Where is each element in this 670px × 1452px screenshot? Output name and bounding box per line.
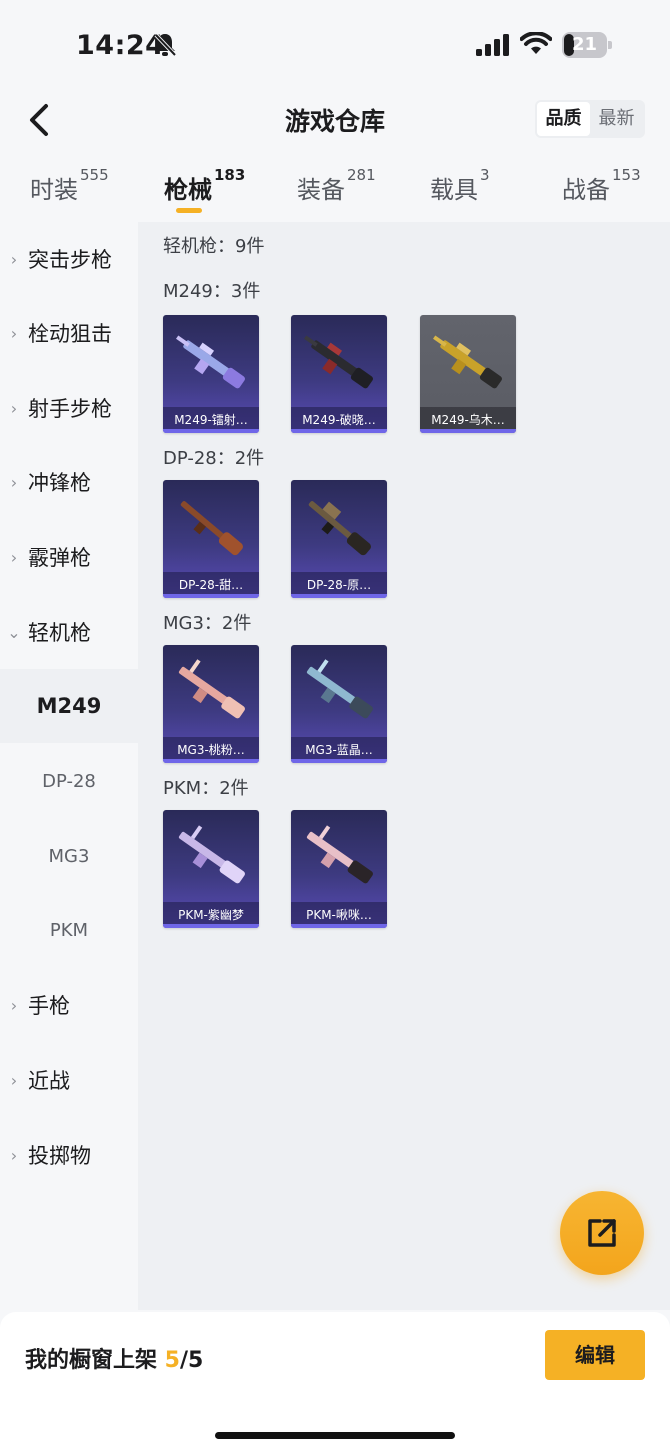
lmg-skin-icon bbox=[306, 659, 373, 719]
weapon-type-sidebar: › 突击步枪 › 栓动狙击 › 射手步枪 › 冲锋枪 › 霰弹枪 ⌄ 轻机枪 M249 DP… bbox=[0, 222, 138, 1310]
weapon-name: M249-破晓… bbox=[302, 413, 376, 427]
weapon-name: MG3-蓝晶… bbox=[305, 743, 373, 757]
active-tab-indicator bbox=[176, 208, 202, 213]
chevron-right-icon: › bbox=[10, 323, 18, 343]
tab-equipment[interactable]: 装备281 bbox=[297, 166, 376, 205]
sort-by-quality[interactable]: 品质 bbox=[537, 102, 590, 136]
sidebar-item-pistol[interactable]: › 手枪 bbox=[0, 968, 138, 1042]
showcase-count: 5 bbox=[164, 1348, 180, 1373]
group-title: M249：3件 bbox=[163, 281, 261, 302]
sidebar-subitem-mg3[interactable]: MG3 bbox=[0, 819, 138, 893]
group-title: DP-28：2件 bbox=[163, 448, 265, 469]
group-title: PKM：2件 bbox=[163, 778, 249, 799]
edit-button[interactable]: 编辑 bbox=[545, 1330, 645, 1380]
chevron-right-icon: › bbox=[10, 547, 18, 567]
chevron-down-icon: ⌄ bbox=[7, 622, 21, 642]
tab-vehicles[interactable]: 载具3 bbox=[430, 166, 490, 205]
weapon-card[interactable]: PKM-紫幽梦 bbox=[163, 810, 259, 928]
share-icon bbox=[588, 1219, 616, 1247]
weapon-card[interactable]: PKM-啾咪… bbox=[291, 810, 387, 928]
sidebar-subitem-m249[interactable]: M249 bbox=[0, 669, 138, 743]
weapon-card[interactable]: M249-乌木… bbox=[420, 315, 516, 433]
showcase-status: 我的橱窗上架 5/5 bbox=[25, 1348, 204, 1373]
tab-fashion[interactable]: 时装555 bbox=[30, 166, 109, 205]
group-title: MG3：2件 bbox=[163, 613, 252, 634]
sidebar-item-smg[interactable]: › 冲锋枪 bbox=[0, 445, 138, 519]
weapon-name: DP-28-原… bbox=[306, 578, 372, 592]
share-button[interactable] bbox=[560, 1191, 644, 1275]
sidebar-item-throwable[interactable]: › 投掷物 bbox=[0, 1118, 138, 1192]
status-time: 14:24 bbox=[76, 30, 165, 61]
sidebar-item-assault-rifle[interactable]: › 突击步枪 bbox=[0, 222, 138, 296]
lmg-skin-icon bbox=[308, 501, 371, 556]
chevron-right-icon: › bbox=[10, 1070, 18, 1090]
tab-firearms[interactable]: 枪械183 bbox=[164, 166, 245, 205]
lmg-skin-icon bbox=[178, 659, 245, 719]
weapon-name: M249-乌木… bbox=[431, 413, 505, 427]
weapon-name: PKM-紫幽梦 bbox=[178, 908, 244, 922]
weapon-card[interactable]: MG3-桃粉… bbox=[163, 645, 259, 763]
chevron-right-icon: › bbox=[10, 995, 18, 1015]
lmg-skin-icon bbox=[180, 501, 243, 556]
weapon-name: MG3-桃粉… bbox=[177, 743, 245, 757]
chevron-right-icon: › bbox=[10, 472, 18, 492]
lmg-skin-icon bbox=[304, 335, 373, 389]
weapon-card[interactable]: DP-28-原… bbox=[291, 480, 387, 598]
status-bar: 14:24 21 bbox=[0, 0, 670, 90]
weapon-card[interactable]: M249-破晓… bbox=[291, 315, 387, 433]
header: 游戏仓库 品质 最新 bbox=[0, 90, 670, 150]
chevron-right-icon: › bbox=[10, 1145, 18, 1165]
chevron-right-icon: › bbox=[10, 249, 18, 269]
weapon-name: DP-28-甜… bbox=[178, 578, 244, 592]
sort-by-newest[interactable]: 最新 bbox=[590, 102, 643, 136]
sidebar-item-melee[interactable]: › 近战 bbox=[0, 1043, 138, 1117]
showcase-bar: 我的橱窗上架 5/5 编辑 bbox=[0, 1312, 670, 1452]
sidebar-subitem-pkm[interactable]: PKM bbox=[0, 893, 138, 967]
battery-level: 21 bbox=[571, 34, 598, 55]
sidebar-item-marksman-rifle[interactable]: › 射手步枪 bbox=[0, 371, 138, 445]
wifi-icon bbox=[520, 32, 552, 54]
sidebar-item-bolt-sniper[interactable]: › 栓动狙击 bbox=[0, 296, 138, 370]
weapon-grid: 轻机枪：9件 M249：3件 M249-镭射… M249-破晓… M249-乌木… bbox=[138, 222, 670, 1310]
category-tabs: 时装555 枪械183 装备281 载具3 战备153 bbox=[0, 162, 670, 220]
chevron-right-icon: › bbox=[10, 398, 18, 418]
weapon-name: M249-镭射… bbox=[174, 413, 248, 427]
weapon-card[interactable]: DP-28-甜… bbox=[163, 480, 259, 598]
category-title: 轻机枪：9件 bbox=[163, 236, 265, 257]
signal-icon bbox=[476, 34, 509, 56]
weapon-card[interactable]: M249-镭射… bbox=[163, 315, 259, 433]
tab-supplies[interactable]: 战备153 bbox=[562, 166, 641, 205]
lmg-skin-icon bbox=[433, 335, 502, 389]
bell-slash-icon bbox=[154, 33, 177, 57]
weapon-name: PKM-啾咪… bbox=[306, 908, 372, 922]
lmg-skin-icon bbox=[176, 335, 245, 389]
lmg-skin-icon bbox=[178, 825, 245, 884]
battery-icon: 21 bbox=[562, 32, 612, 58]
home-indicator[interactable] bbox=[215, 1432, 455, 1439]
lmg-skin-icon bbox=[306, 825, 373, 884]
sidebar-item-lmg[interactable]: ⌄ 轻机枪 bbox=[0, 595, 138, 669]
sidebar-item-shotgun[interactable]: › 霰弹枪 bbox=[0, 520, 138, 594]
sidebar-subitem-dp28[interactable]: DP-28 bbox=[0, 744, 138, 818]
weapon-card[interactable]: MG3-蓝晶… bbox=[291, 645, 387, 763]
sort-toggle[interactable]: 品质 最新 bbox=[535, 100, 645, 138]
